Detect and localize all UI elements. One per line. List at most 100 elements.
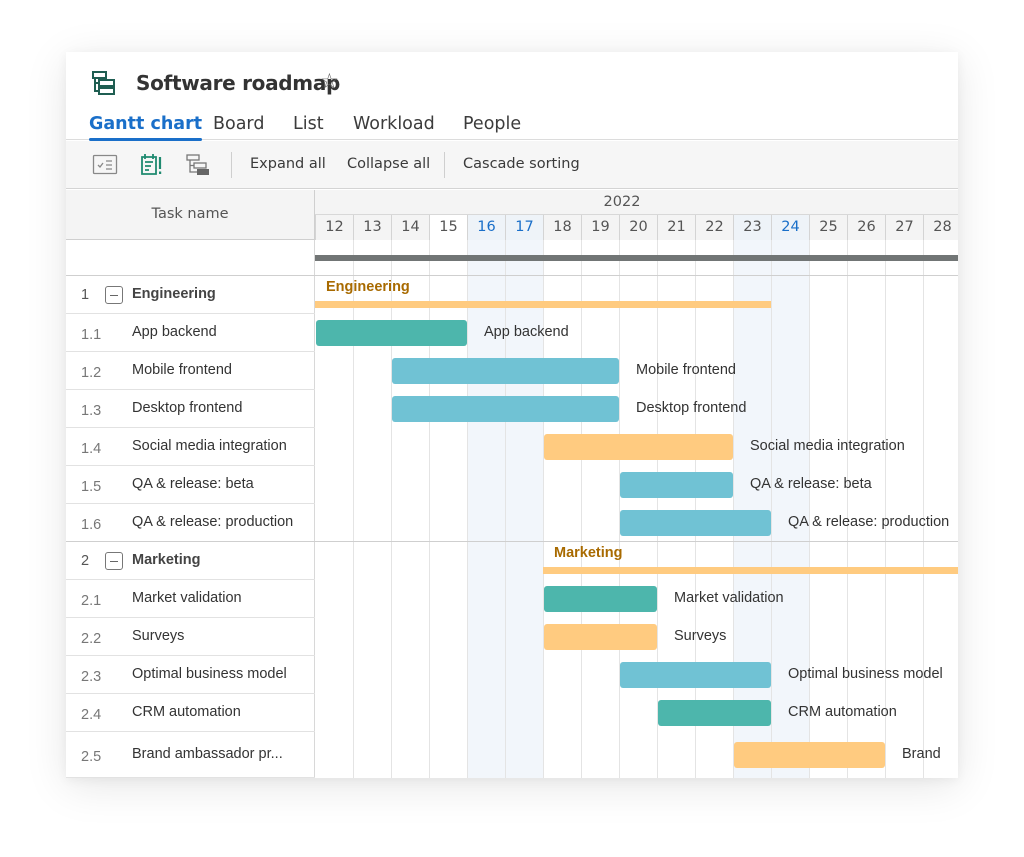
task-checklist-icon[interactable]	[92, 154, 118, 176]
collapse-group-icon[interactable]	[105, 286, 123, 304]
task-number: 1.6	[81, 517, 102, 533]
group-bar-label: Engineering	[326, 279, 410, 295]
task-name-header[interactable]: Task name	[66, 190, 315, 240]
gantt-timeline: Engineering App backend Mobile frontend Des…	[315, 240, 958, 778]
page-title: Software roadmap	[136, 71, 341, 95]
timeline-days-header: 12 13 14 15 16 17 18 19 20 21 22 23 24 25 26 27 28	[315, 215, 958, 240]
task-row[interactable]: 2.5 Brand ambassador pr...	[66, 732, 315, 778]
toolbar-divider	[231, 152, 232, 178]
task-row[interactable]: 1.6 QA & release: production	[66, 504, 315, 542]
task-bar[interactable]	[544, 586, 657, 612]
task-bar[interactable]	[316, 320, 467, 346]
task-number: 2.3	[81, 669, 102, 685]
task-list: 1 Engineering 1.1 App backend 1.2 Mobile fron…	[66, 240, 315, 778]
task-number: 2.4	[81, 707, 102, 723]
tab-list[interactable]: List	[293, 114, 324, 134]
task-name[interactable]: Desktop frontend	[132, 400, 242, 416]
task-row[interactable]: 1.5 QA & release: beta	[66, 466, 315, 504]
group-summary-bar[interactable]	[315, 301, 771, 308]
cascade-sorting-button[interactable]: Cascade sorting	[463, 156, 580, 172]
group-separator	[315, 275, 958, 276]
task-group-row[interactable]: 2 Marketing	[66, 542, 315, 580]
day-gridline	[657, 240, 658, 778]
task-name[interactable]: QA & release: production	[132, 514, 293, 530]
task-name[interactable]: CRM automation	[132, 704, 241, 720]
hierarchy-icon[interactable]	[186, 154, 212, 176]
task-number: 1.2	[81, 365, 102, 381]
day-gridline	[923, 240, 924, 778]
task-name[interactable]: Brand ambassador pr...	[132, 746, 283, 762]
day-gridline	[581, 240, 582, 778]
task-row[interactable]: 2.2 Surveys	[66, 618, 315, 656]
task-name[interactable]: Social media integration	[132, 438, 287, 454]
day-header-28: 28	[923, 215, 958, 240]
group-bar-label: Marketing	[554, 545, 623, 561]
task-bar[interactable]	[734, 742, 885, 768]
star-outline-icon[interactable]: ☆	[320, 69, 339, 94]
year-label: 2022	[603, 194, 641, 210]
project-window: Software roadmap ☆ Gantt chart Board Lis…	[66, 52, 958, 778]
task-name[interactable]: Mobile frontend	[132, 362, 232, 378]
collapse-group-icon[interactable]	[105, 552, 123, 570]
task-name[interactable]: QA & release: beta	[132, 476, 254, 492]
day-header-12: 12	[315, 215, 353, 240]
task-name[interactable]: Market validation	[132, 590, 242, 606]
day-gridline	[505, 240, 506, 778]
task-row[interactable]: 2.3 Optimal business model	[66, 656, 315, 694]
group-separator	[315, 541, 958, 542]
task-bar-label: App backend	[484, 324, 569, 340]
calendar-alert-icon[interactable]	[139, 154, 165, 176]
collapse-all-button[interactable]: Collapse all	[347, 156, 430, 172]
task-name[interactable]: App backend	[132, 324, 217, 340]
task-bar[interactable]	[392, 396, 619, 422]
task-bar[interactable]	[658, 700, 771, 726]
task-bar[interactable]	[620, 662, 771, 688]
task-bar-label: Social media integration	[750, 438, 905, 454]
task-name[interactable]: Engineering	[132, 286, 216, 302]
task-group-row[interactable]: 1 Engineering	[66, 276, 315, 314]
task-row[interactable]: 2.4 CRM automation	[66, 694, 315, 732]
day-gridline	[809, 240, 810, 778]
day-header-23: 23	[733, 215, 771, 240]
task-bar[interactable]	[620, 510, 771, 536]
day-gridline	[885, 240, 886, 778]
task-row[interactable]: 1.4 Social media integration	[66, 428, 315, 466]
tab-board[interactable]: Board	[213, 114, 264, 134]
task-row[interactable]: 1.3 Desktop frontend	[66, 390, 315, 428]
project-summary-bar[interactable]	[315, 255, 958, 261]
task-bar[interactable]	[544, 434, 733, 460]
task-row[interactable]: 2.1 Market validation	[66, 580, 315, 618]
task-bar-label: QA & release: beta	[750, 476, 872, 492]
tab-workload[interactable]: Workload	[353, 114, 435, 134]
day-header-24: 24	[771, 215, 809, 240]
task-name[interactable]: Optimal business model	[132, 666, 287, 682]
day-gridline	[619, 240, 620, 778]
task-name[interactable]: Marketing	[132, 552, 201, 568]
day-header-21: 21	[657, 215, 695, 240]
task-bar[interactable]	[544, 624, 657, 650]
day-gridline	[467, 240, 468, 778]
expand-all-button[interactable]: Expand all	[250, 156, 326, 172]
task-bar-label: Brand	[902, 746, 941, 762]
task-bar[interactable]	[392, 358, 619, 384]
task-name[interactable]: Surveys	[132, 628, 184, 644]
day-gridline	[771, 240, 772, 778]
day-header-18: 18	[543, 215, 581, 240]
task-row[interactable]: 1.2 Mobile frontend	[66, 352, 315, 390]
tab-gantt-chart[interactable]: Gantt chart	[89, 114, 203, 141]
non-working-day-shade	[467, 240, 505, 778]
task-row[interactable]: 1.1 App backend	[66, 314, 315, 352]
non-working-day-shade	[771, 240, 809, 778]
tab-people[interactable]: People	[463, 114, 521, 134]
project-summary-row	[66, 240, 315, 276]
task-number: 2	[81, 553, 90, 569]
group-summary-bar[interactable]	[543, 567, 958, 574]
task-bar-label: Surveys	[674, 628, 727, 644]
non-working-day-shade	[505, 240, 543, 778]
task-bar[interactable]	[620, 472, 733, 498]
task-number: 1.1	[81, 327, 102, 343]
task-bar-label: Market validation	[674, 590, 784, 606]
non-working-day-shade	[733, 240, 771, 778]
task-bar-label: Mobile frontend	[636, 362, 736, 378]
task-number: 2.2	[81, 631, 102, 647]
